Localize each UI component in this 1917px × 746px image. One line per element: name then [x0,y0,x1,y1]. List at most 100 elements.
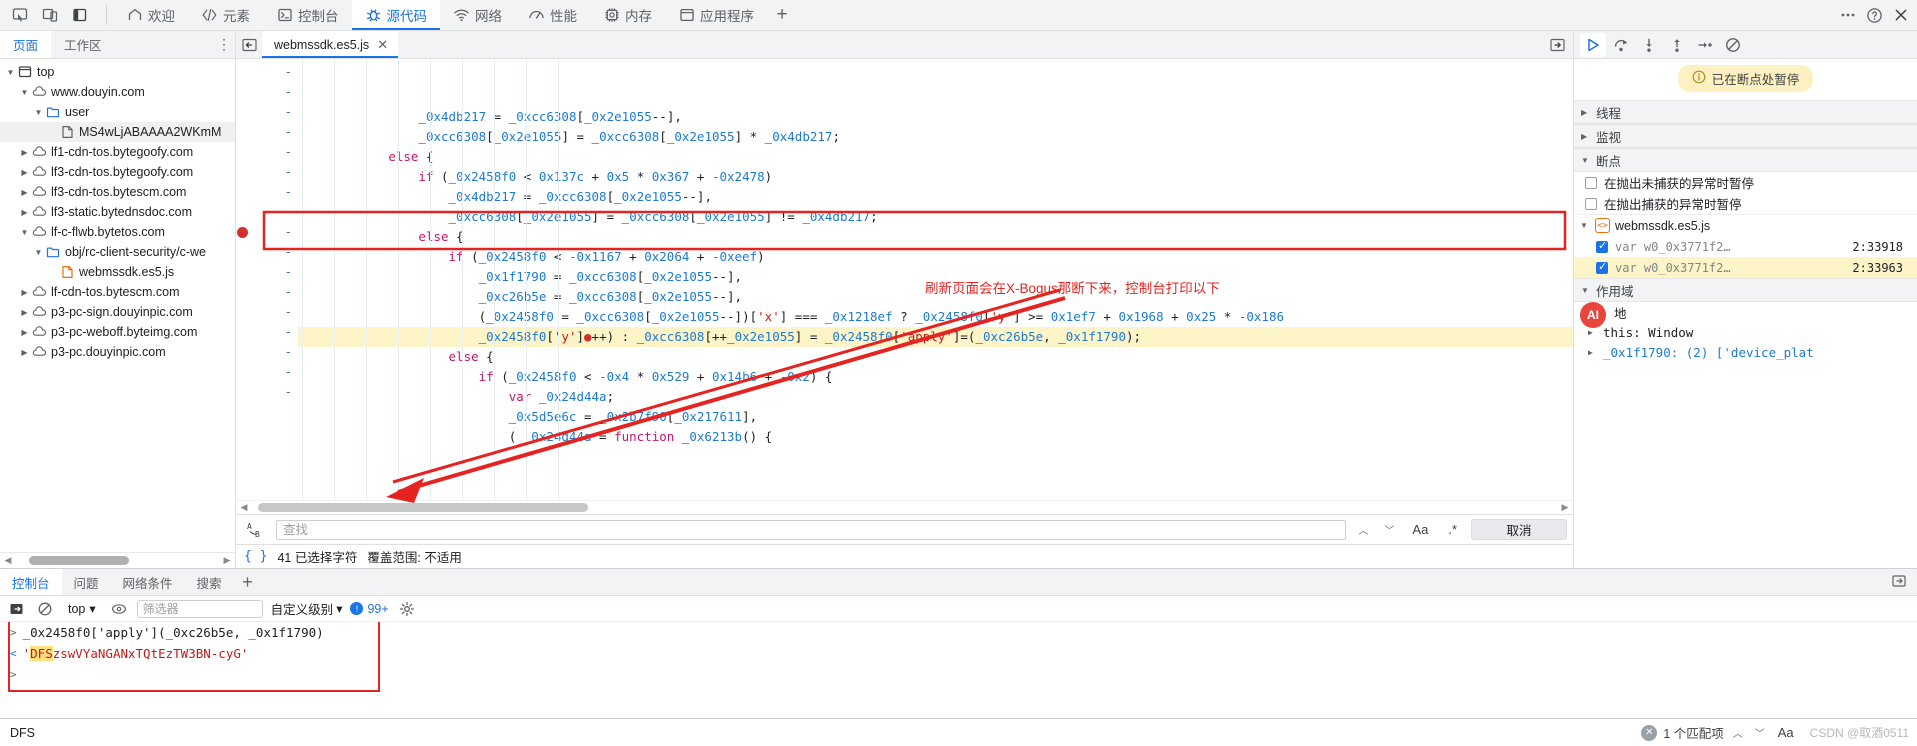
tree-item[interactable]: ▶ lf1-cdn-tos.bytegoofy.com [0,142,235,162]
help-icon[interactable] [1866,7,1883,24]
tree-item[interactable]: ▼ user [0,102,235,122]
chevron-down-icon[interactable]: ﹀ [1380,522,1398,537]
tree-item[interactable]: ▼ top [0,62,235,82]
cancel-button[interactable]: 取消 [1471,519,1567,540]
add-drawer-tab-button[interactable]: + [234,569,262,595]
step-into-icon[interactable] [1636,33,1662,57]
checkbox[interactable] [1585,176,1597,189]
section-scope[interactable]: ▼ 作用域 [1574,278,1917,302]
chevron-down-icon[interactable]: ▼ [4,68,17,77]
console-input-line[interactable]: > _0x2458f0['apply'](_0xc26b5e, _0x1f179… [0,622,1917,643]
section-breakpoints[interactable]: ▼ 断点 [1574,148,1917,172]
drawer-tab-search[interactable]: 搜索 [185,569,234,595]
tree-item[interactable]: ▶ p3-pc-weboff.byteimg.com [0,322,235,342]
section-threads[interactable]: ▶ 线程 [1574,100,1917,124]
tree-item[interactable]: ▶ lf-cdn-tos.bytescm.com [0,282,235,302]
chevron-right-icon[interactable]: ▶ [18,308,31,317]
chevron-right-icon[interactable]: ▶ [18,148,31,157]
editor-horizontal-scrollbar[interactable]: ◀ ▶ [236,500,1573,514]
code-line[interactable]: _0xcc6308[_0x2e1055] = _0xcc6308[_0x2e10… [298,127,1573,147]
code-line[interactable]: _0x2458f0['y']●++) : _0xcc6308[++_0x2e10… [298,327,1573,347]
tree-item[interactable]: ▼ www.douyin.com [0,82,235,102]
show-navigator-icon[interactable] [1541,31,1573,58]
chevron-right-icon[interactable]: ▶ [18,288,31,297]
drawer-tab-console[interactable]: 控制台 [0,569,62,595]
editor-tab-webmssdk[interactable]: webmssdk.es5.js ✕ [262,31,399,58]
find-input[interactable] [276,519,1347,540]
match-case-button[interactable]: Aa [1406,522,1434,537]
tab-performance[interactable]: 性能 [515,0,590,30]
tree-item[interactable]: MS4wLjABAAAA2WKmM [0,122,235,142]
chevron-right-icon[interactable]: ▶ [18,348,31,357]
code-line[interactable]: else { [298,347,1573,367]
scroll-right-icon[interactable]: ▶ [1559,502,1571,513]
tab-memory[interactable]: 内存 [590,0,665,30]
chevron-down-icon[interactable]: ﹀ [1752,725,1768,740]
log-level-selector[interactable]: 自定义级别 ▾ [271,599,343,618]
code-line[interactable]: _0x4db217 = _0xcc6308[_0x2e1055--], [298,107,1573,127]
code-line[interactable]: ( _0x24d44a = function _0x6213b() { [298,427,1573,447]
tab-sources[interactable]: 源代码 [351,0,440,30]
ban-icon[interactable] [35,601,55,617]
chevron-up-icon[interactable]: ︿ [1354,522,1372,537]
navigator-tab-page[interactable]: 页面 [0,31,52,58]
drawer-tab-network-conditions[interactable]: 网络条件 [111,569,185,595]
tab-welcome[interactable]: 欢迎 [113,0,188,30]
drawer-settings-icon[interactable] [1891,573,1907,592]
clear-console-icon[interactable] [7,601,27,617]
code-line[interactable]: var _0x24d44a; [298,387,1573,407]
pause-uncaught-option[interactable]: 在抛出未捕获的异常时暂停 [1574,172,1917,193]
scope-row-1[interactable]: ▶ this: Window [1574,322,1917,342]
scroll-track[interactable] [17,556,218,565]
chevron-down-icon[interactable]: ▼ [18,88,31,97]
regex-button[interactable]: .* [1442,522,1463,537]
context-selector[interactable]: top ▾ [63,600,101,617]
code-line[interactable]: if (_0x2458f0 < 0x137c + 0x5 * 0x367 + -… [298,167,1573,187]
breakpoint-marker[interactable] [237,227,248,238]
console-output[interactable]: > _0x2458f0['apply'](_0xc26b5e, _0x1f179… [0,622,1917,718]
scroll-left-icon[interactable]: ◀ [2,555,14,566]
add-panel-button[interactable]: + [767,0,797,30]
navigator-tab-workspace[interactable]: 工作区 [51,31,115,58]
dock-side-icon[interactable] [66,2,94,28]
deactivate-breakpoints-icon[interactable] [1720,33,1746,57]
chevron-down-icon[interactable]: ▼ [32,108,45,117]
code-line[interactable]: else { [298,147,1573,167]
checkbox[interactable] [1585,197,1597,210]
code-line[interactable]: _0x4db217 = _0xcc6308[_0x2e1055--], [298,187,1573,207]
resume-script-icon[interactable] [1580,32,1606,57]
code-editor[interactable]: - - - - - - - - - - - - - - - - - _0x4db217 = _0xcc6308[… [236,59,1573,500]
breakpoint-item-2[interactable]: var w0_0x3771f2… 2:33963 [1574,257,1917,278]
chevron-down-icon[interactable]: ▼ [32,248,45,257]
tab-network[interactable]: 网络 [440,0,515,30]
breakpoint-file-group[interactable]: ▼ <> webmssdk.es5.js [1574,214,1917,236]
checkbox[interactable] [1596,239,1608,253]
navigator-horizontal-scrollbar[interactable]: ◀ ▶ [0,552,235,568]
tree-item[interactable]: webmssdk.es5.js [0,262,235,282]
navigate-back-icon[interactable] [236,31,262,58]
code-line[interactable]: if (_0x2458f0 < -0x4 * 0x529 + 0x14b6 + … [298,367,1573,387]
chevron-right-icon[interactable]: ▶ [18,168,31,177]
tab-application[interactable]: 应用程序 [665,0,767,30]
code-line[interactable]: _0x5d5e6c = _0x2b7f90[_0x217611], [298,407,1573,427]
global-find-input[interactable] [8,724,1636,741]
tab-console[interactable]: 控制台 [263,0,352,30]
tree-item[interactable]: ▶ lf3-cdn-tos.bytegoofy.com [0,162,235,182]
console-prompt-line[interactable]: > [0,664,1917,685]
tree-item[interactable]: ▼ obj/rc-client-security/c-we [0,242,235,262]
tree-item[interactable]: ▼ lf-c-flwb.bytetos.com [0,222,235,242]
scroll-thumb[interactable] [29,556,129,565]
step-icon[interactable] [1692,33,1718,57]
code-line[interactable]: if (_0x2458f0 < -0x1167 + 0x2064 + -0xee… [298,247,1573,267]
chevron-right-icon[interactable]: ▶ [18,328,31,337]
checkbox[interactable] [1596,260,1608,274]
scroll-track[interactable] [250,503,1559,512]
step-out-icon[interactable] [1664,33,1690,57]
live-expression-icon[interactable] [109,601,129,617]
scroll-left-icon[interactable]: ◀ [238,502,250,513]
pause-caught-option[interactable]: 在抛出捕获的异常时暂停 [1574,193,1917,214]
close-icon[interactable]: ✕ [377,37,388,53]
gear-icon[interactable] [397,601,417,617]
step-over-icon[interactable] [1608,33,1634,57]
scroll-thumb[interactable] [258,503,588,512]
